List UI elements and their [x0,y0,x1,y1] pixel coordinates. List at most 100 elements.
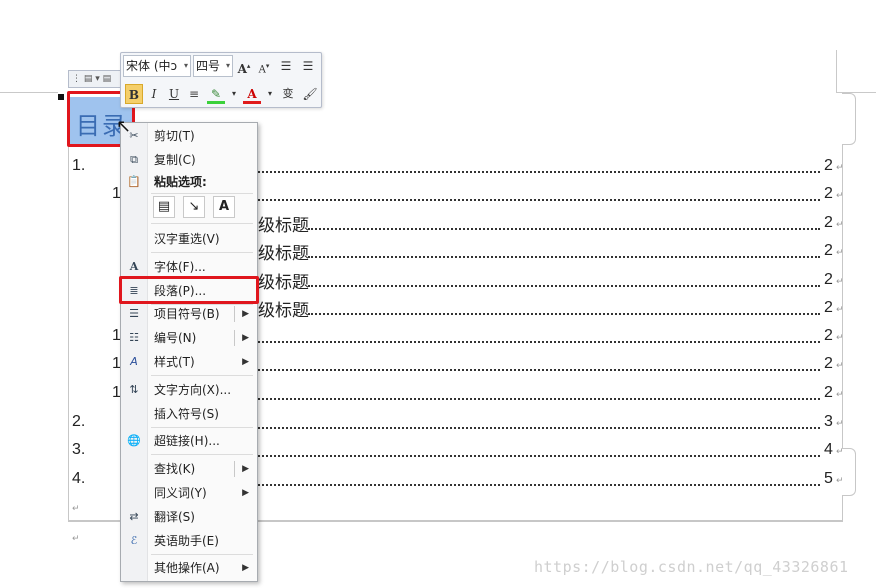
toc-page-number: 2 [824,185,833,202]
toc-page-number: 2 [824,384,833,401]
split-divider [234,330,235,346]
chevron-down-icon[interactable]: ▾ [261,84,279,104]
paragraph-mark: ↵ [836,277,844,287]
menu-item-find[interactable]: 查找(K) ▶ [121,458,257,480]
paragraph-mark: ↵ [836,163,844,173]
toc-number: 3. [72,441,86,458]
phonetic-guide-button[interactable]: 变 [279,84,297,104]
page-margin-line [836,50,837,92]
toc-leader-dots [258,171,820,173]
highlight-color-icon[interactable]: ✎ [207,84,225,104]
menu-item-styles[interactable]: A 样式(T) ▶ [121,351,257,373]
toc-leader-dots [308,256,820,258]
paragraph-mark: ↵ [836,476,844,486]
menu-item-synonyms[interactable]: 同义词(Y) ▶ [121,482,257,504]
menu-item-hanzi-reselect[interactable]: 汉字重选(V) [121,228,257,250]
menu-item-translate[interactable]: ⇄ 翻译(S) [121,506,257,528]
toc-page-number: 2 [824,157,833,174]
font-color-button[interactable]: A [243,84,261,104]
toc-entry-text[interactable]: 级标题 [258,296,309,321]
paste-merge-format-icon[interactable]: ↘ [183,196,205,218]
submenu-arrow-icon: ▶ [242,563,249,573]
split-divider [234,461,235,477]
paragraph-mark: ↵ [836,305,844,315]
menu-item-font[interactable]: A 字体(F)... [121,256,257,278]
menu-item-bullets[interactable]: ☰ 项目符号(B) ▶ [121,303,257,325]
context-menu: ✂ 剪切(T) ⧉ 复制(C) 📋 粘贴选项: ▤ ↘ A 汉字重选(V) A … [120,122,258,582]
format-painter-icon[interactable]: 🖌 [301,84,319,104]
toc-entry-text[interactable]: 级标题 [258,268,309,293]
clipboard-icon: 📋 [127,175,141,188]
menu-item-copy[interactable]: ⧉ 复制(C) [121,149,257,171]
menu-separator [151,375,253,376]
toc-page-number: 2 [824,327,833,344]
toc-number: 4. [72,470,86,487]
toc-page-number: 4 [824,441,833,458]
paragraph-annotation-box [119,276,259,304]
toc-leader-dots [308,228,820,230]
toc-page-number: 2 [824,299,833,316]
grow-font-button[interactable]: A▴ [235,56,253,76]
submenu-arrow-icon: ▶ [242,309,249,319]
submenu-arrow-icon: ▶ [242,488,249,498]
content-control-handle[interactable]: ⋮ ▤ ▾ ▤ [68,70,124,88]
text-direction-icon: ⇅ [129,383,139,396]
font-size-select[interactable]: 四号 ▾ [193,55,233,77]
toc-page-number: 2 [824,355,833,372]
paragraph-mark: ↵ [72,504,80,514]
menu-separator [151,193,253,194]
styles-icon: A [130,355,138,368]
toc-page-number: 2 [824,271,833,288]
increase-indent-icon[interactable]: ☰ [299,56,317,76]
menu-item-cut[interactable]: ✂ 剪切(T) [121,125,257,147]
menu-item-english-assistant[interactable]: ℰ 英语助手(E) [121,530,257,552]
split-divider [234,306,235,322]
translate-icon: ⇄ [129,510,139,523]
menu-separator [151,223,253,224]
decrease-indent-icon[interactable]: ☰ [277,56,295,76]
shrink-font-button[interactable]: A▾ [255,56,273,76]
menu-item-numbering[interactable]: ☷ 编号(N) ▶ [121,327,257,349]
paste-text-only-icon[interactable]: A [213,196,235,218]
toc-page-number: 2 [824,214,833,231]
watermark: https://blog.csdn.net/qq_43326861 [534,558,849,576]
paragraph-anchor [58,94,64,100]
toc-entry-text[interactable]: 级标题 [258,239,309,264]
font-name-select[interactable]: 宋体 (中ɔ ▾ [123,55,191,77]
chevron-down-icon[interactable]: ▾ [225,84,243,104]
center-align-icon[interactable]: ≡ [185,84,203,104]
italic-button[interactable]: I [145,84,163,104]
submenu-arrow-icon: ▶ [242,333,249,343]
paragraph-mark: ↵ [72,534,80,544]
bold-button[interactable]: B [125,84,143,104]
toc-leader-dots [258,341,820,343]
toc-page-number: 5 [824,470,833,487]
menu-item-hyperlink[interactable]: 🌐 超链接(H)... [121,430,257,452]
content-control-tab [842,93,856,145]
menu-heading-paste-options: 📋 粘贴选项: [127,175,207,189]
menu-item-text-direction[interactable]: ⇅ 文字方向(X)... [121,379,257,401]
paste-keep-format-icon[interactable]: ▤ [153,196,175,218]
toc-leader-dots [258,398,820,400]
paragraph-mark: ↵ [836,419,844,429]
paragraph-mark: ↵ [836,361,844,371]
paragraph-mark: ↵ [836,248,844,258]
toc-page-number: 3 [824,413,833,430]
menu-item-other-actions[interactable]: 其他操作(A) ▶ [121,557,257,579]
toc-leader-dots [308,313,820,315]
toc-number: 2. [72,413,86,430]
menu-separator [151,554,253,555]
menu-separator [151,252,253,253]
menu-separator [151,454,253,455]
toc-entry-text[interactable]: 级标题 [258,211,309,236]
underline-button[interactable]: U [165,84,183,104]
toc-leader-dots [258,484,820,486]
copy-icon: ⧉ [130,153,138,166]
hyperlink-globe-icon: 🌐 [127,434,141,447]
content-control-tab [842,448,856,496]
menu-item-insert-symbol[interactable]: 插入符号(S) [121,403,257,425]
toc-number: 1. [72,157,86,174]
paragraph-mark: ↵ [836,390,844,400]
toc-leader-dots [258,199,820,201]
paragraph-mark: ↵ [836,447,844,457]
